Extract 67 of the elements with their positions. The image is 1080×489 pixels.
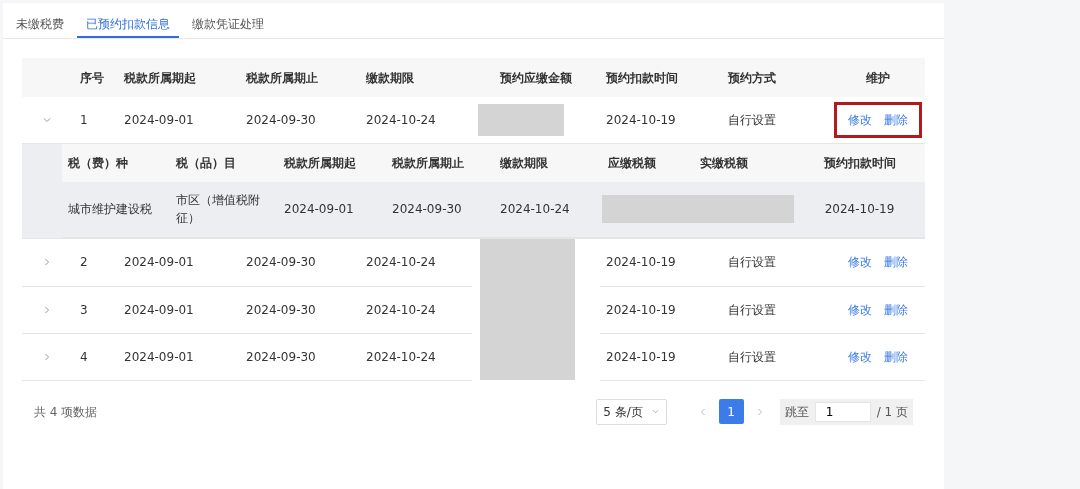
table-cell: 2024-09-01 [284, 202, 354, 217]
page-input[interactable]: 1 [814, 401, 871, 422]
tab[interactable]: 未缴税费 [7, 3, 73, 38]
delete-link[interactable]: 删除 [883, 302, 908, 317]
column-header: 预约方式 [728, 70, 776, 85]
edit-link[interactable]: 修改 [847, 302, 872, 317]
table-cell: 自行设置 [728, 112, 776, 127]
table-cell: 2024-10-19 [606, 302, 676, 317]
column-header: 实缴税额 [700, 155, 748, 170]
column-header: 税款所属期止 [246, 70, 318, 85]
column-header: 税款所属期起 [284, 155, 356, 170]
column-header: 序号 [80, 70, 104, 85]
jump-label: 跳至 [784, 403, 809, 421]
column-header: 预约应缴金额 [500, 70, 572, 85]
table-cell: 自行设置 [728, 302, 776, 317]
total-count: 共 4 项数据 [34, 403, 98, 421]
table-cell: 4 [80, 349, 88, 364]
delete-link[interactable]: 删除 [883, 110, 908, 129]
chevron-right-icon[interactable] [42, 304, 52, 315]
table-cell: 1 [80, 112, 88, 127]
table-cell: 2024-09-01 [124, 255, 194, 270]
table-cell: 2 [80, 255, 88, 270]
table-cell: 2024-09-01 [124, 112, 194, 127]
table-cell: 2024-09-30 [246, 302, 316, 317]
column-header: 预约扣款时间 [823, 155, 896, 170]
delete-link[interactable]: 删除 [883, 255, 908, 270]
column-header: 税款所属期止 [392, 155, 464, 170]
table-cell: 自行设置 [728, 349, 776, 364]
table-cell: 2024-09-30 [392, 202, 462, 217]
table-cell: 2024-10-19 [606, 112, 676, 127]
table-cell: 城市维护建设税 [68, 202, 152, 217]
column-header: 税（品）目 [176, 155, 236, 170]
table-cell: 自行设置 [728, 255, 776, 270]
table-cell: 2024-09-30 [246, 112, 316, 127]
column-header: 应缴税额 [608, 155, 656, 170]
delete-link[interactable]: 删除 [883, 349, 908, 364]
table-cell: 2024-10-19 [824, 202, 895, 217]
table-cell: 2024-10-24 [366, 302, 436, 317]
edit-link[interactable]: 修改 [847, 110, 872, 129]
column-header: 维护 [865, 70, 890, 85]
column-header: 缴款期限 [366, 70, 414, 85]
table-cell: 2024-10-24 [500, 202, 570, 217]
table-cell: 2024-09-01 [124, 302, 194, 317]
table-cell: 2024-10-24 [366, 255, 436, 270]
table-cell: 2024-09-01 [124, 349, 194, 364]
page-count: / 1 页 [876, 403, 908, 421]
edit-link[interactable]: 修改 [847, 349, 872, 364]
page-button[interactable]: 1 [718, 399, 744, 424]
tab[interactable]: 已预约扣款信息 [77, 3, 179, 38]
caret-icon [650, 407, 660, 416]
column-header: 税（费）种 [68, 155, 128, 170]
table-cell: 2024-10-24 [366, 112, 436, 127]
chevron-right-icon[interactable] [42, 351, 52, 362]
table-cell: 2024-09-30 [246, 255, 316, 270]
column-header: 税款所属期起 [124, 70, 196, 85]
chevron-right-icon[interactable] [42, 257, 52, 268]
tab[interactable]: 缴款凭证处理 [183, 3, 273, 38]
table-cell: 3 [80, 302, 88, 317]
table-cell: 2024-10-19 [606, 255, 676, 270]
page-size-select[interactable]: 5 条/页 [596, 398, 667, 425]
column-header: 缴款期限 [500, 155, 548, 170]
column-header: 预约扣款时间 [606, 70, 678, 85]
table-cell: 2024-10-24 [366, 349, 436, 364]
edit-link[interactable]: 修改 [847, 255, 872, 270]
table-cell: 2024-09-30 [246, 349, 316, 364]
table-cell: 2024-10-19 [606, 349, 676, 364]
table-cell: 市区（增值税附征） [176, 193, 260, 226]
